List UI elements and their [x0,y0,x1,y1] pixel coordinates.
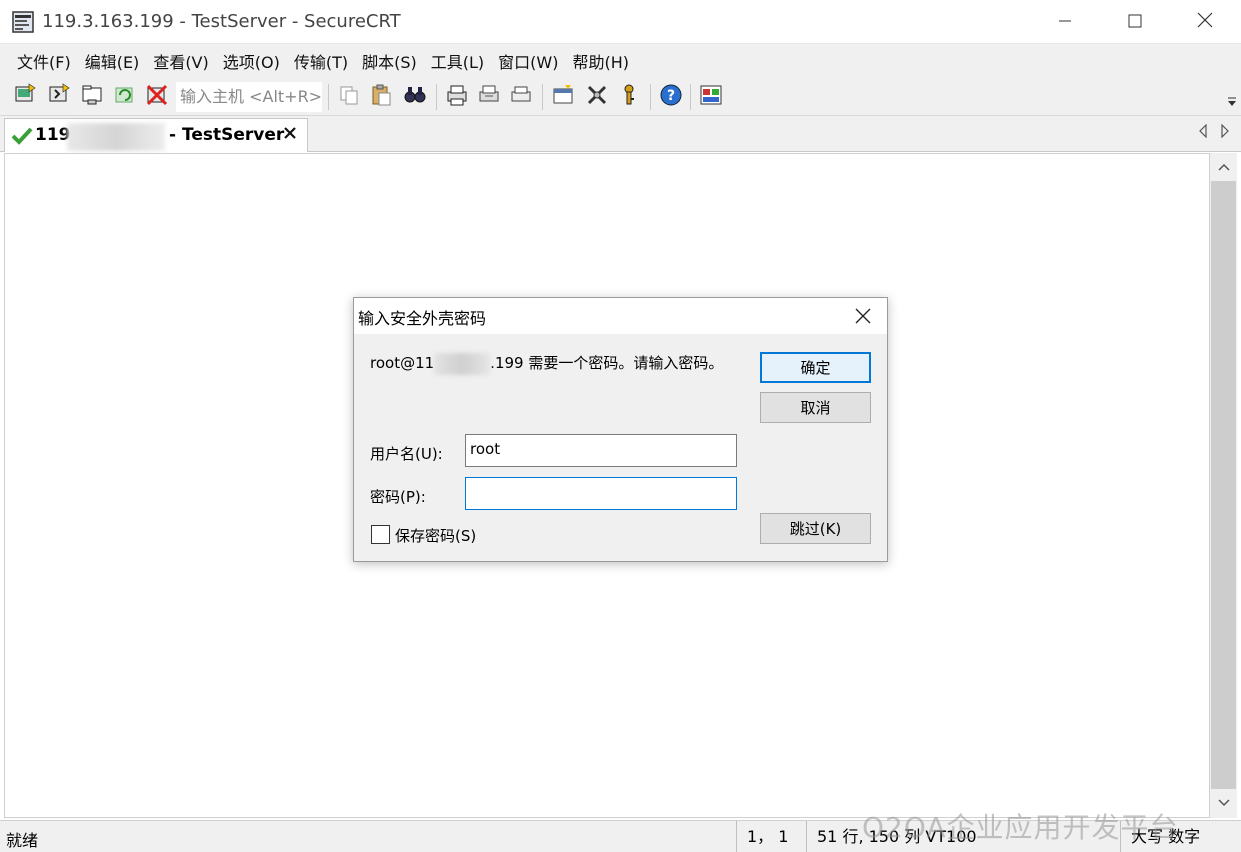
dialog-message: root@11 .199 需要一个密码。请输入密码。 [370,352,723,375]
menu-transfer[interactable]: 传输(T) [287,49,355,73]
close-icon [284,127,296,139]
connect-icon [13,83,37,111]
status-cursor-position: 1， 1 [736,821,806,852]
key-icon [617,83,641,111]
help-button[interactable]: ? [658,84,684,110]
disconnect-icon [145,83,169,111]
connected-check-icon [11,127,33,149]
session-tab-bar: 119 - TestServer [0,116,1241,152]
paste-button[interactable] [368,84,394,110]
svg-text:?: ? [667,88,675,104]
paste-icon [369,83,393,111]
minimize-icon [1058,12,1072,33]
chevron-up-icon [1217,163,1230,171]
print-selection-button[interactable] [508,84,534,110]
keymap-button[interactable] [616,84,642,110]
password-field[interactable] [465,477,737,510]
sftp-icon [699,83,723,111]
menu-bar: 文件(F) 编辑(E) 查看(V) 选项(O) 传输(T) 脚本(S) 工具(L… [0,44,1241,78]
quick-connect-icon [47,83,71,111]
toolbar-separator [650,84,651,110]
window-title: 119.3.163.199 - TestServer - SecureCRT [42,11,401,32]
chevron-down-icon [1217,799,1230,807]
tab-scroll-left-icon[interactable] [1198,123,1208,141]
status-ready: 就绪 [6,831,39,850]
menu-edit[interactable]: 编辑(E) [78,49,147,73]
find-icon [403,83,427,111]
print-selection-icon [509,83,533,111]
close-window-button[interactable] [1170,0,1240,44]
print-icon [445,83,469,111]
scroll-up-button[interactable] [1210,153,1237,181]
disconnect-button[interactable] [144,84,170,110]
menu-view[interactable]: 查看(V) [146,49,215,73]
redacted-area [434,352,491,375]
sftp-button[interactable] [698,84,724,110]
scroll-thumb[interactable] [1211,181,1236,789]
scroll-down-button[interactable] [1210,789,1237,817]
quick-connect-button[interactable] [46,83,72,111]
status-keyboard-mode: 大写 数字 [1120,821,1241,852]
copy-button[interactable] [336,84,362,110]
message-prefix: root@11 [370,354,435,372]
connect-in-tab-button[interactable] [80,84,106,110]
close-icon [1197,12,1213,33]
session-tab[interactable]: 119 - TestServer [4,118,308,152]
connect-in-tab-icon [81,83,105,111]
copy-icon [337,83,361,111]
reconnect-button[interactable] [112,84,138,110]
print-setup-icon [477,83,501,111]
menu-tools[interactable]: 工具(L) [424,49,491,73]
password-label: 密码(P): [370,488,426,506]
toolbar-overflow-icon[interactable] [1227,96,1237,111]
skip-button[interactable]: 跳过(K) [760,513,871,544]
close-icon [855,308,871,324]
host-input[interactable]: 输入主机 <Alt+R> [176,82,322,112]
find-button[interactable] [402,84,428,110]
status-terminal-size: 51 行, 150 列 VT100 [806,821,1030,852]
tab-scroll-right-icon[interactable] [1220,123,1230,141]
username-label: 用户名(U): [370,445,443,463]
toolbar-separator [690,84,691,110]
dialog-title: 输入安全外壳密码 [358,309,487,328]
maximize-icon [1128,12,1142,33]
menu-script[interactable]: 脚本(S) [355,49,424,73]
toolbar-separator [436,84,437,110]
menu-file[interactable]: 文件(F) [10,49,78,73]
menu-options[interactable]: 选项(O) [216,49,287,73]
window-titlebar: 119.3.163.199 - TestServer - SecureCRT [0,0,1241,44]
print-setup-button[interactable] [476,84,502,110]
menu-help[interactable]: 帮助(H) [565,49,636,73]
reconnect-icon [113,83,137,111]
password-dialog: 输入安全外壳密码 root@11 .199 需要一个密码。请输入密码。 确定 取消… [353,297,888,562]
print-button[interactable] [444,84,470,110]
ok-button[interactable]: 确定 [760,352,871,383]
minimize-button[interactable] [1030,0,1100,44]
cancel-button[interactable]: 取消 [760,392,871,423]
toolbar-separator [328,84,329,110]
username-field[interactable]: root [465,434,737,467]
vertical-scrollbar[interactable] [1210,153,1237,818]
help-icon: ? [659,83,683,111]
dialog-close-button[interactable] [848,302,878,330]
dialog-titlebar: 输入安全外壳密码 [354,298,887,334]
securecrt-app-icon [12,11,34,33]
tab-session-name: - TestServer [169,125,285,145]
connect-button[interactable] [12,83,38,111]
global-options-button[interactable] [584,84,610,110]
tab-close-button[interactable] [283,124,297,145]
toolbar: 输入主机 <Alt+R> ? [0,78,1241,116]
status-bar: 就绪 1， 1 51 行, 150 列 VT100 大写 数字 [0,820,1241,852]
global-options-icon [585,83,609,111]
tab-host-prefix: 119 [35,125,71,145]
menu-window[interactable]: 窗口(W) [491,49,565,73]
save-password-checkbox[interactable] [371,525,390,544]
save-password-label[interactable]: 保存密码(S) [395,525,476,546]
session-options-icon [551,83,575,111]
session-options-button[interactable] [550,84,576,110]
redacted-area [67,123,165,151]
message-suffix: .199 需要一个密码。请输入密码。 [490,354,724,372]
toolbar-separator [542,84,543,110]
maximize-button[interactable] [1100,0,1170,44]
